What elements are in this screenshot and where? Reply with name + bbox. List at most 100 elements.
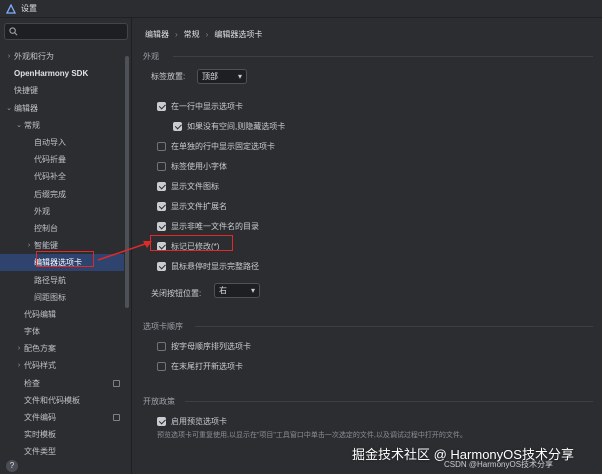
sidebar-item[interactable]: 路径导航 [0,271,124,288]
sidebar-item-label: 实时模板 [24,430,56,440]
checkbox[interactable] [157,342,166,351]
sidebar-item-label: 代码编辑 [24,309,56,319]
option-label: 显示非唯一文件名的目录 [171,222,259,231]
checkbox[interactable] [157,262,166,271]
annotation-arrow-icon [97,241,152,261]
sidebar-item-label: 编辑器 [14,103,38,113]
checkbox[interactable] [173,122,182,131]
sidebar-item-label: 代码折叠 [34,155,66,165]
option-row[interactable]: 启用预览选项卡 [157,416,227,427]
chevron-down-icon[interactable]: ⌄ [4,104,14,112]
section-divider [185,401,593,402]
sidebar-item[interactable]: 实时模板 [0,426,124,443]
checkbox[interactable] [157,142,166,151]
chevron-down-icon: ▾ [237,72,242,81]
chevron-right-icon[interactable]: › [4,53,14,60]
sidebar-item-label: 代码补全 [34,172,66,182]
tab-placement-row: 标签放置: [151,71,185,82]
opening-policy-section-title: 开放政策 [143,397,175,406]
option-row[interactable]: 显示非唯一文件名的目录 [157,221,259,232]
settings-search-input[interactable] [4,23,128,40]
sidebar-item[interactable]: 快捷键 [0,82,124,99]
option-label: 按字母顺序排列选项卡 [171,342,251,351]
option-row[interactable]: 标签使用小字体 [157,161,227,172]
preview-tab-hint: 预览选项卡可重复使用,以显示在"项目"工具窗口中单击一次选定的文件,以及调试过程… [157,432,467,439]
sidebar-item[interactable]: › 配色方案 [0,340,124,357]
sidebar-item[interactable]: OpenHarmony SDK [0,65,124,82]
help-button[interactable]: ? [6,460,18,472]
checkbox[interactable] [157,362,166,371]
breadcrumb: 编辑器 › 常规 › 编辑器选项卡 [145,29,262,40]
checkbox[interactable] [157,162,166,171]
window-titlebar: 设置 [0,0,602,18]
sidebar-item-label: 智能键 [34,241,58,251]
sidebar-item[interactable]: 文件类型 [0,443,124,460]
option-label: 在一行中显示选项卡 [171,102,243,111]
sidebar-item-label: 字体 [24,327,40,337]
sidebar-item-label: 自动导入 [34,138,66,148]
checkbox[interactable] [157,417,166,426]
section-divider [195,326,593,327]
sidebar-item-label: 检查 [24,378,40,388]
tab-placement-label: 标签放置: [151,72,186,81]
close-button-value: 右 [219,286,227,295]
chevron-down-icon[interactable]: ⌄ [14,121,24,129]
sidebar-item[interactable]: › 代码样式 [0,357,124,374]
breadcrumb-item: 编辑器选项卡 [214,30,263,39]
breadcrumb-separator: › [205,30,209,39]
option-label: 在单独的行中显示固定选项卡 [171,142,275,151]
sidebar-item[interactable]: › 外观和行为 [0,48,124,65]
sidebar-item-label: 外观和行为 [14,52,54,62]
sidebar-item[interactable]: 检查 [0,375,124,392]
option-row[interactable]: 在一行中显示选项卡 [157,101,243,112]
chevron-right-icon[interactable]: › [24,242,34,249]
sidebar-item-label: 文件和代码模板 [24,395,80,405]
annotation-highlight-option [150,235,233,251]
sidebar-item[interactable]: 后缀完成 [0,186,124,203]
sidebar-item[interactable]: 控制台 [0,220,124,237]
app-logo-icon [6,3,16,14]
sidebar-item[interactable]: 代码折叠 [0,151,124,168]
sidebar-item[interactable]: ⌄ 常规 [0,117,124,134]
close-button-select[interactable]: 右 ▾ [214,283,260,298]
sidebar-item[interactable]: ⌄ 编辑器 [0,100,124,117]
breadcrumb-item: 常规 [183,30,200,39]
sidebar-scrollbar-thumb[interactable] [125,56,129,308]
chevron-down-icon: ▾ [250,286,255,295]
breadcrumb-separator: › [175,30,178,39]
tab-order-section-title: 选项卡顺序 [143,322,183,331]
option-row[interactable]: 鼠标悬停时显示完整路径 [157,261,259,272]
sidebar-item-label: 文件编码 [24,413,56,423]
option-label: 在末尾打开新选项卡 [171,362,243,371]
sidebar-item[interactable]: 文件编码 [0,409,124,426]
checkbox[interactable] [157,202,166,211]
sidebar-item[interactable]: 文件和代码模板 [0,392,124,409]
option-label: 鼠标悬停时显示完整路径 [171,262,259,271]
sidebar-item[interactable]: 代码补全 [0,168,124,185]
chevron-right-icon[interactable]: › [14,345,24,352]
option-row[interactable]: 在单独的行中显示固定选项卡 [157,141,275,152]
chevron-right-icon[interactable]: › [14,362,24,369]
sidebar-item[interactable]: 代码编辑 [0,306,124,323]
breadcrumb-item: 编辑器 [145,30,169,39]
sidebar-item[interactable]: 间距图标 [0,289,124,306]
search-icon [9,27,18,36]
option-row[interactable]: 如果没有空间,则隐藏选项卡 [173,121,285,132]
option-row[interactable]: 在末尾打开新选项卡 [157,361,243,372]
sidebar-item-label: 快捷键 [14,86,38,96]
checkbox[interactable] [157,182,166,191]
sidebar-item[interactable]: 外观 [0,203,124,220]
sidebar-item[interactable]: 字体 [0,323,124,340]
option-row[interactable]: 按字母顺序排列选项卡 [157,341,251,352]
checkbox[interactable] [157,102,166,111]
window-title: 设置 [21,4,37,13]
tab-placement-select[interactable]: 顶部 ▾ [197,69,247,84]
sidebar-item-label: 后缀完成 [34,189,66,199]
tab-placement-value: 顶部 [202,72,218,81]
option-row[interactable]: 显示文件扩展名 [157,201,227,212]
sidebar-item-label: 外观 [34,206,50,216]
sidebar-item[interactable]: 自动导入 [0,134,124,151]
checkbox[interactable] [157,222,166,231]
option-row[interactable]: 显示文件图标 [157,181,219,192]
option-label: 如果没有空间,则隐藏选项卡 [187,122,286,131]
